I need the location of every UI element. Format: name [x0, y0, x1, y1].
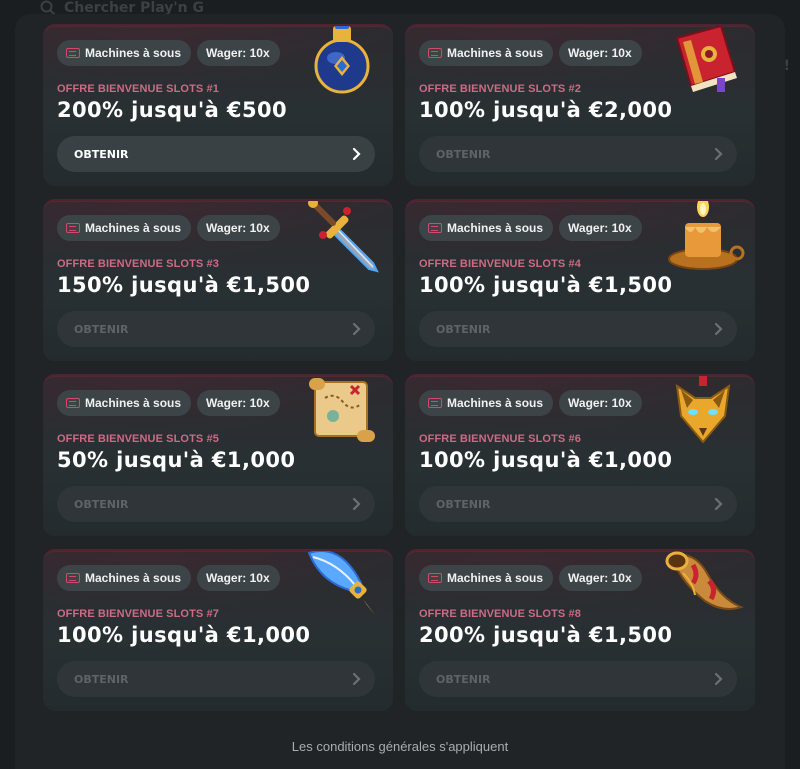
offer-label: OFFRE BIENVENUE SLOTS #5	[57, 433, 219, 445]
offer-title: 100% jusqu'à €1,000	[419, 448, 673, 472]
offer-label: OFFRE BIENVENUE SLOTS #2	[419, 83, 581, 95]
treasure-map-icon	[309, 378, 375, 442]
offers-modal: Machines à sous Wager: 10x OFFRE BIENVEN…	[15, 14, 785, 769]
claim-button[interactable]: OBTENIR	[57, 661, 375, 697]
dagger-icon	[308, 201, 379, 273]
wager-tag: Wager: 10x	[197, 40, 280, 66]
category-tag: Machines à sous	[419, 390, 554, 416]
chevron-right-icon	[352, 147, 361, 161]
category-tag: Machines à sous	[419, 565, 554, 591]
wager-tag: Wager: 10x	[559, 215, 642, 241]
chevron-right-icon	[352, 497, 361, 511]
offer-title: 200% jusqu'à €1,500	[419, 623, 673, 647]
offer-label: OFFRE BIENVENUE SLOTS #4	[419, 258, 581, 270]
wager-tag: Wager: 10x	[559, 565, 642, 591]
category-tag: Machines à sous	[57, 565, 192, 591]
slot-machine-icon	[428, 223, 442, 233]
slot-machine-icon	[66, 48, 80, 58]
offer-title: 50% jusqu'à €1,000	[57, 448, 296, 472]
chevron-right-icon	[352, 672, 361, 686]
offer-card-2: Machines à sous Wager: 10x OFFRE BIENVEN…	[405, 24, 755, 186]
offer-card-7: Machines à sous Wager: 10x OFFRE BIENVEN…	[43, 549, 393, 711]
chevron-right-icon	[714, 147, 723, 161]
chevron-right-icon	[714, 322, 723, 336]
offer-card-1: Machines à sous Wager: 10x OFFRE BIENVEN…	[43, 24, 393, 186]
category-tag: Machines à sous	[57, 40, 192, 66]
chevron-right-icon	[714, 672, 723, 686]
wager-tag: Wager: 10x	[559, 40, 642, 66]
offer-card-6: Machines à sous Wager: 10x OFFRE BIENVEN…	[405, 374, 755, 536]
offer-title: 100% jusqu'à €2,000	[419, 98, 673, 122]
wager-tag: Wager: 10x	[559, 390, 642, 416]
offer-label: OFFRE BIENVENUE SLOTS #6	[419, 433, 581, 445]
claim-button[interactable]: OBTENIR	[419, 311, 737, 347]
offer-label: OFFRE BIENVENUE SLOTS #7	[57, 608, 219, 620]
horn-icon	[665, 551, 744, 610]
offer-title: 100% jusqu'à €1,500	[419, 273, 673, 297]
feather-quill-icon	[307, 551, 375, 615]
slot-machine-icon	[428, 48, 442, 58]
claim-button[interactable]: OBTENIR	[419, 486, 737, 522]
slot-machine-icon	[428, 573, 442, 583]
terms-notice: Les conditions générales s'appliquent	[291, 739, 509, 754]
offer-label: OFFRE BIENVENUE SLOTS #8	[419, 608, 581, 620]
claim-button[interactable]: OBTENIR	[57, 311, 375, 347]
category-tag: Machines à sous	[57, 215, 192, 241]
offer-label: OFFRE BIENVENUE SLOTS #1	[57, 83, 219, 95]
wager-tag: Wager: 10x	[197, 565, 280, 591]
claim-button[interactable]: OBTENIR	[419, 136, 737, 172]
category-tag: Machines à sous	[419, 40, 554, 66]
claim-button[interactable]: OBTENIR	[57, 486, 375, 522]
offer-card-4: Machines à sous Wager: 10x OFFRE BIENVEN…	[405, 199, 755, 361]
spellbook-icon	[675, 26, 737, 92]
claim-button[interactable]: OBTENIR	[419, 661, 737, 697]
slot-machine-icon	[66, 223, 80, 233]
category-tag: Machines à sous	[57, 390, 192, 416]
category-tag: Machines à sous	[419, 215, 554, 241]
offer-card-3: Machines à sous Wager: 10x OFFRE BIENVEN…	[43, 199, 393, 361]
offer-label: OFFRE BIENVENUE SLOTS #3	[57, 258, 219, 270]
candle-icon	[668, 201, 745, 270]
chevron-right-icon	[714, 497, 723, 511]
claim-button[interactable]: OBTENIR	[57, 136, 375, 172]
wager-tag: Wager: 10x	[197, 390, 280, 416]
offer-card-5: Machines à sous Wager: 10x OFFRE BIENVEN…	[43, 374, 393, 536]
potion-icon	[314, 26, 370, 94]
fox-mask-icon	[675, 376, 731, 444]
slot-machine-icon	[66, 573, 80, 583]
slot-machine-icon	[428, 398, 442, 408]
offer-card-8: Machines à sous Wager: 10x OFFRE BIENVEN…	[405, 549, 755, 711]
offer-title: 100% jusqu'à €1,000	[57, 623, 311, 647]
chevron-right-icon	[352, 322, 361, 336]
offer-title: 150% jusqu'à €1,500	[57, 273, 311, 297]
wager-tag: Wager: 10x	[197, 215, 280, 241]
offer-title: 200% jusqu'à €500	[57, 98, 287, 122]
slot-machine-icon	[66, 398, 80, 408]
